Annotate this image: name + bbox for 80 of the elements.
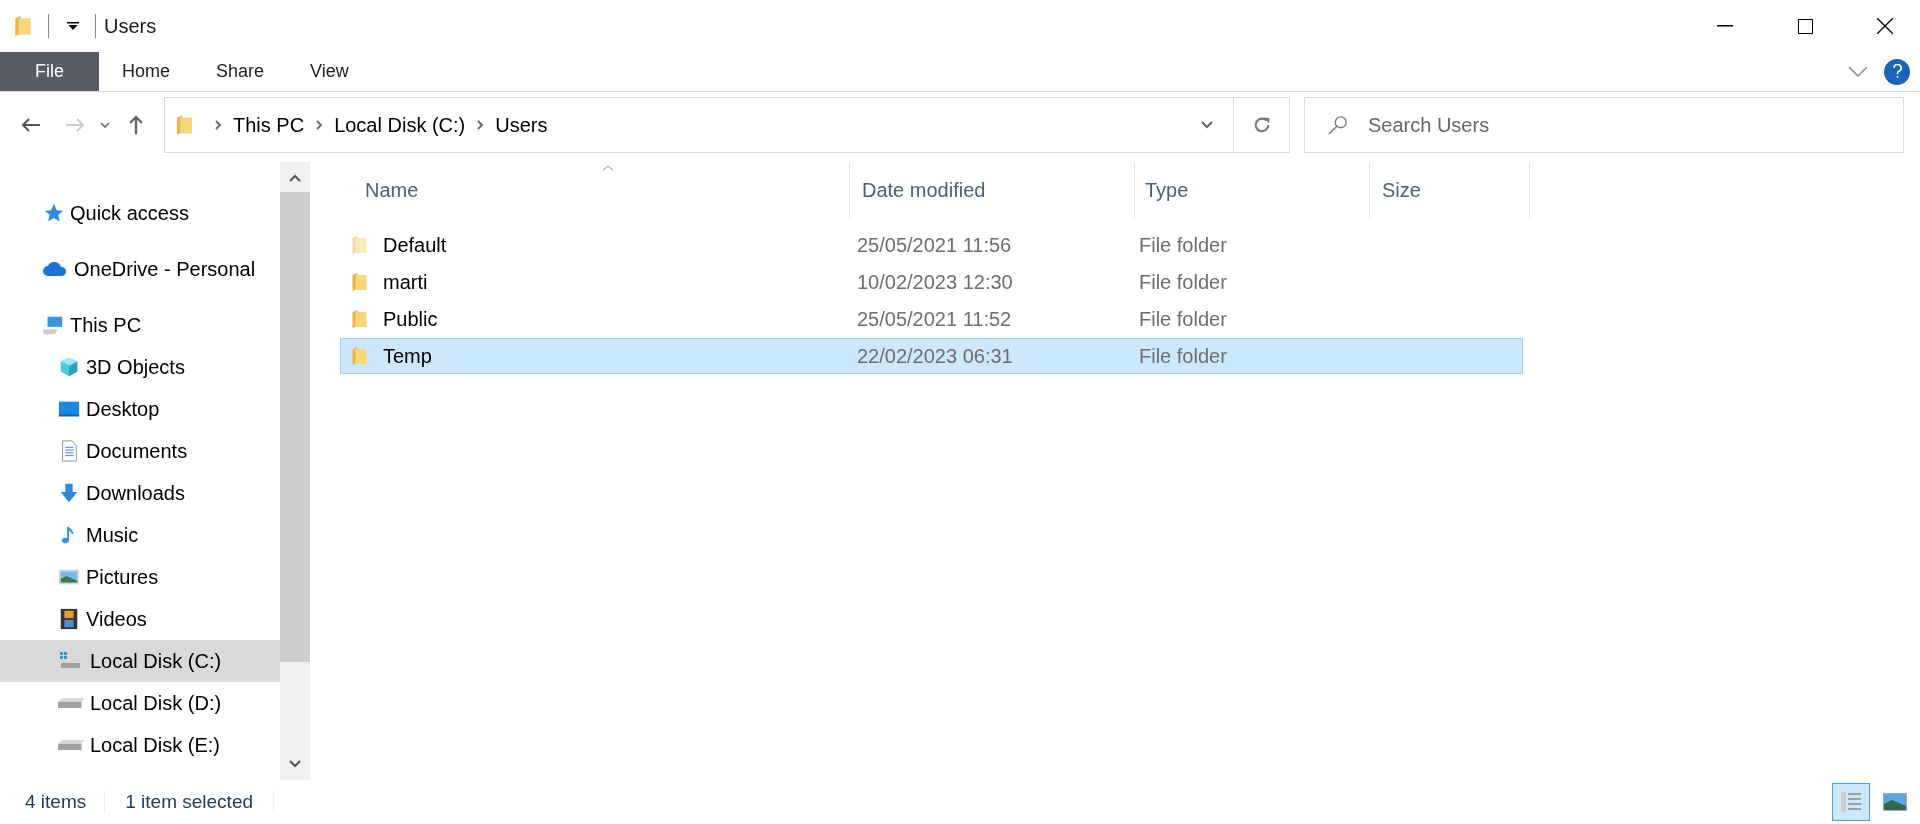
file-name: Default: [383, 233, 447, 258]
folder-icon: [14, 15, 32, 37]
question-mark-icon: [1892, 64, 1902, 79]
column-header[interactable]: Name: [340, 162, 850, 218]
folder-icon: [351, 235, 368, 255]
file-name: marti: [383, 270, 428, 295]
file-row[interactable]: Temp 22/02/2023 06:31 File folder: [340, 338, 1523, 374]
computer-icon: [42, 314, 64, 336]
date-cell-text: 10/02/2023 12:30: [856, 270, 1014, 295]
search-icon: [1328, 115, 1348, 135]
nav-item[interactable]: Desktop: [0, 388, 280, 430]
file-row[interactable]: Default 25/05/2021 11:56 File folder: [340, 227, 1523, 263]
nav-item[interactable]: Local Disk (D:): [0, 682, 280, 724]
nav-item[interactable]: Downloads: [0, 472, 280, 514]
chevron-down-icon[interactable]: [1201, 121, 1213, 129]
dropdown-arrow-icon[interactable]: [67, 22, 79, 30]
nav-item[interactable]: This PC: [0, 304, 280, 346]
nav-item[interactable]: Pictures: [0, 556, 280, 598]
nav-item[interactable]: OneDrive - Personal: [0, 248, 280, 290]
column-header[interactable]: Type: [1135, 162, 1370, 218]
close-icon: [1877, 18, 1893, 34]
chevron-right-icon[interactable]: [215, 120, 221, 130]
ribbon-tab[interactable]: Home: [99, 52, 193, 91]
drive-icon: [58, 740, 84, 750]
film-icon: [58, 608, 80, 630]
breadcrumb[interactable]: This PC: [233, 110, 305, 140]
type-cell-text: File folder: [1138, 344, 1227, 369]
date-cell-text: 22/02/2023 06:31: [856, 344, 1014, 369]
maximize-icon: [1797, 18, 1813, 34]
address-bar[interactable]: This PC Local Disk (C:) Users: [164, 97, 1234, 153]
minimize-icon: [1717, 25, 1733, 27]
nav-item[interactable]: Local Disk (E:): [0, 724, 280, 766]
folder-icon: [351, 272, 368, 292]
back-arrow-icon[interactable]: [21, 117, 41, 133]
date-cell-text: 25/05/2021 11:52: [856, 307, 1013, 332]
type-cell-text: File folder: [1138, 233, 1227, 258]
chevron-down-icon[interactable]: [100, 122, 110, 128]
folder-icon: [351, 309, 368, 329]
date-cell-text: 25/05/2021 11:56: [856, 233, 1013, 258]
file-row[interactable]: Public 25/05/2021 11:52 File folder: [340, 301, 1523, 337]
breadcrumb[interactable]: Users: [495, 110, 548, 140]
nav-item[interactable]: Quick access: [0, 192, 280, 234]
landscape-icon: [1882, 792, 1908, 812]
refresh-icon: [1252, 116, 1271, 134]
drive-icon: [58, 698, 84, 708]
window-title: Users: [104, 14, 157, 39]
nav-item[interactable]: Local Disk (C:): [0, 640, 280, 682]
chevron-down-icon[interactable]: [1848, 65, 1868, 78]
download-icon: [58, 482, 80, 504]
chevron-right-icon[interactable]: [477, 120, 484, 130]
file-row[interactable]: marti 10/02/2023 12:30 File folder: [340, 264, 1523, 300]
type-cell-text: File folder: [1138, 270, 1227, 295]
chevron-up-icon[interactable]: [289, 174, 301, 182]
scrollbar[interactable]: [280, 162, 310, 780]
refresh-button[interactable]: [1234, 97, 1290, 153]
nav-item[interactable]: Videos: [0, 598, 280, 640]
up-arrow-icon[interactable]: [128, 115, 144, 135]
cube-icon: [58, 356, 80, 378]
help-button[interactable]: [1884, 58, 1910, 85]
file-name: Temp: [383, 344, 432, 369]
chevron-right-icon[interactable]: [316, 120, 323, 130]
type-cell-text: File folder: [1138, 307, 1227, 332]
folder-icon: [176, 114, 193, 136]
column-header[interactable]: Size: [1370, 162, 1530, 218]
chevron-down-icon[interactable]: [289, 760, 301, 768]
folder-icon: [351, 346, 368, 366]
column-header[interactable]: Date modified: [850, 162, 1135, 218]
file-name: Public: [383, 307, 438, 332]
ribbon-tab[interactable]: View: [287, 52, 372, 91]
nav-item[interactable]: 3D Objects: [0, 346, 280, 388]
status-text: 1 item selected: [124, 789, 255, 814]
breadcrumb[interactable]: Local Disk (C:): [334, 110, 466, 140]
file-tab[interactable]: File: [0, 52, 99, 91]
cloud-icon: [42, 261, 68, 277]
nav-item[interactable]: Documents: [0, 430, 280, 472]
status-text: 4 items: [24, 789, 88, 814]
nav-item[interactable]: Music: [0, 514, 280, 556]
search-field[interactable]: Search Users: [1304, 97, 1904, 153]
ribbon-tab[interactable]: Share: [193, 52, 288, 91]
list-icon: [1839, 790, 1863, 814]
